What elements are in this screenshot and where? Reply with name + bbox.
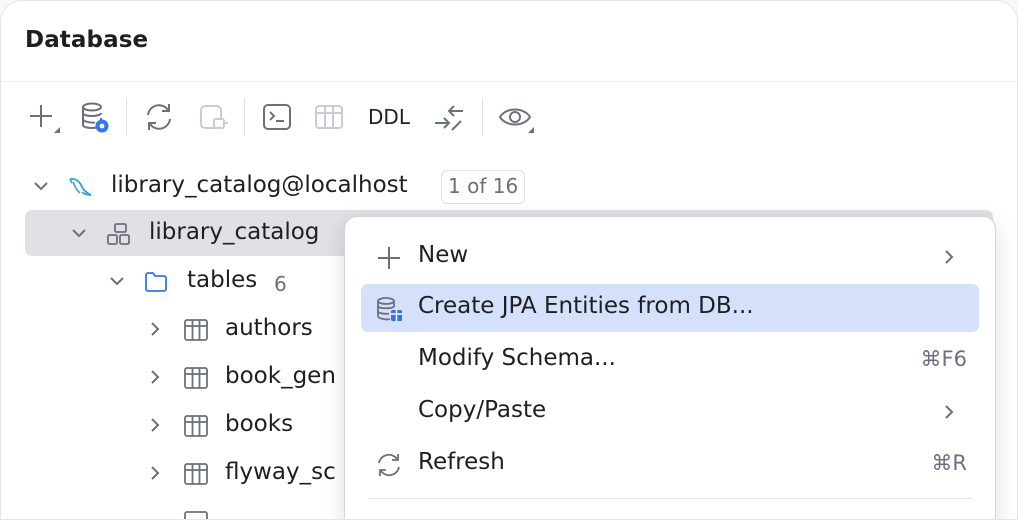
disconnect-icon[interactable]: [193, 95, 233, 139]
ddl-button[interactable]: DDL: [363, 95, 415, 139]
folder-icon: [145, 272, 167, 292]
menu-item-label: Refresh: [418, 449, 505, 475]
jump-to-icon[interactable]: [429, 95, 469, 139]
menu-item-label: New: [418, 242, 469, 268]
chevron-right-icon[interactable]: [145, 415, 165, 435]
chevron-right-icon: [945, 250, 954, 264]
folder-count: 6: [274, 272, 287, 296]
table-icon: [184, 367, 208, 389]
table-icon: [184, 463, 208, 485]
toolbar-divider: [244, 98, 245, 136]
add-icon[interactable]: [21, 95, 65, 139]
table-icon: [184, 511, 208, 519]
table-view-icon[interactable]: [309, 95, 349, 139]
toolbar-divider: [126, 98, 127, 136]
folder-label: tables: [187, 267, 258, 293]
table-label: flyway_sc: [225, 459, 336, 485]
menu-item-label: Modify Schema...: [418, 345, 616, 371]
menu-item-modify-schema[interactable]: Modify Schema... ⌘F6: [361, 336, 979, 384]
view-options-icon[interactable]: [495, 95, 537, 139]
menu-item-create-jpa-entities[interactable]: Create JPA Entities from DB...: [361, 284, 979, 332]
menu-item-new[interactable]: New: [361, 233, 979, 281]
chevron-down-icon[interactable]: [31, 176, 51, 196]
table-label: books: [225, 411, 294, 437]
context-menu: New Create JPA Entities from DB... Modif…: [344, 216, 996, 519]
chevron-right-icon[interactable]: [145, 463, 165, 483]
menu-item-label: Copy/Paste: [418, 397, 547, 423]
menu-item-copy-paste[interactable]: Copy/Paste: [361, 388, 979, 436]
chevron-right-icon[interactable]: [145, 319, 165, 339]
connection-label: library_catalog@localhost: [111, 172, 408, 198]
chevron-down-icon[interactable]: [107, 271, 127, 291]
panel-title: Database: [25, 27, 149, 53]
shortcut-label: ⌘F6: [920, 347, 967, 371]
chevron-right-icon: [945, 405, 954, 419]
table-icon: [184, 415, 208, 437]
schema-count-badge[interactable]: 1 of 16: [441, 170, 526, 204]
data-source-properties-icon[interactable]: [75, 95, 115, 139]
menu-separator: [369, 498, 973, 499]
schema-label: library_catalog: [149, 219, 320, 245]
mysql-dolphin-icon: [69, 177, 92, 196]
tree-row-connection[interactable]: library_catalog@localhost 1 of 16: [25, 163, 993, 209]
table-label: authors: [225, 315, 313, 341]
table-icon: [184, 319, 208, 341]
chevron-right-icon[interactable]: [145, 367, 165, 387]
database-tool-window: Database DDL library_catalog@localhost 1…: [0, 0, 1018, 520]
console-icon[interactable]: [257, 95, 297, 139]
refresh-icon: [378, 453, 400, 477]
table-label: book_gen: [225, 363, 336, 389]
plus-icon: [378, 247, 400, 269]
refresh-icon[interactable]: [139, 95, 179, 139]
menu-item-label: Create JPA Entities from DB...: [418, 293, 754, 319]
database-entities-icon: [377, 297, 402, 321]
schema-icon: [107, 223, 130, 245]
header-divider: [1, 81, 1017, 82]
menu-item-refresh[interactable]: Refresh ⌘R: [361, 440, 979, 488]
shortcut-label: ⌘R: [931, 451, 967, 475]
toolbar-divider: [482, 98, 483, 136]
chevron-down-icon[interactable]: [69, 223, 89, 243]
